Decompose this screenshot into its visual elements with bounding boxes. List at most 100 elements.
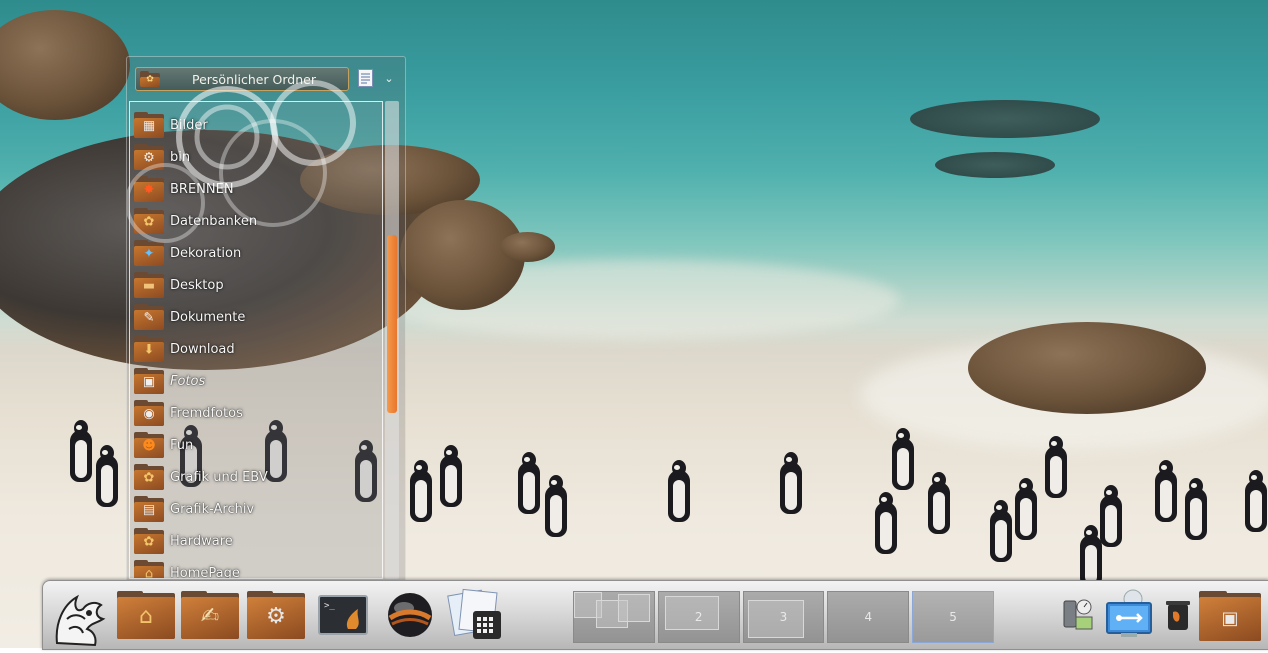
- folder-list-item[interactable]: ✦ Dekoration: [134, 238, 374, 268]
- penguin: [780, 452, 802, 514]
- pumpkin-folder-icon: ☻: [134, 432, 164, 458]
- pager-desktop[interactable]: 4: [827, 591, 910, 643]
- folder-item-label: Desktop: [170, 277, 224, 293]
- graphics-folder-icon: ✿: [134, 464, 164, 490]
- photos-link-folder-icon: ▣: [134, 368, 164, 394]
- folder-list-item[interactable]: ▣ Fotos: [134, 366, 374, 396]
- penguin: [440, 445, 462, 507]
- folder-list-item[interactable]: ✎ Dokumente: [134, 302, 374, 332]
- penguin: [70, 420, 92, 482]
- system-folder-icon: ⚙: [134, 144, 164, 170]
- svg-text:>_: >_: [324, 601, 335, 611]
- pager-desktop[interactable]: 2: [657, 591, 740, 643]
- pager-desktop-number: 4: [864, 610, 873, 624]
- home-folder-icon[interactable]: ⌂: [117, 591, 175, 639]
- folder-item-label: Grafik und EBV: [170, 469, 268, 485]
- archive-folder-icon: ▤: [134, 496, 164, 522]
- virtual-desktop-pager: 2 3 4 5: [573, 591, 997, 643]
- system-monitor-icon[interactable]: [1057, 585, 1097, 645]
- rock: [935, 152, 1055, 178]
- folder-list-item[interactable]: ⚙ bin: [134, 142, 374, 172]
- folder-list-item[interactable]: ✿ Grafik und EBV: [134, 462, 374, 492]
- folder-item-label: Dekoration: [170, 245, 242, 261]
- folder-item-list: ▦ Bilder ⚙ bin ✸ BRENNEN ✿ Datenbanken ✦ Dekorati…: [129, 101, 383, 579]
- folder-title-button[interactable]: ✿ Persönlicher Ordner: [135, 67, 349, 91]
- pager-desktop-number: 2: [694, 610, 703, 624]
- decoration-folder-icon: ✦: [134, 240, 164, 266]
- folder-list-scrollbar[interactable]: [385, 101, 399, 579]
- folder-list-item[interactable]: ☻ Fun: [134, 430, 374, 460]
- folder-list-item[interactable]: ▦ Bilder: [134, 110, 374, 140]
- penguin: [668, 460, 690, 522]
- folder-item-label: Bilder: [170, 117, 208, 133]
- penguin: [410, 460, 432, 522]
- pager-desktop[interactable]: 5: [912, 591, 994, 643]
- rock: [500, 232, 555, 262]
- rock: [910, 100, 1100, 138]
- folder-title: Persönlicher Ordner: [192, 71, 316, 87]
- taskbar-panel: ⌂ ✍ ⚙ >_ 2 3 4 5 ▣: [42, 580, 1268, 650]
- folder-item-label: HomePage: [170, 565, 240, 579]
- camera-folder-icon: ◉: [134, 400, 164, 426]
- usb-device-notifier-icon[interactable]: [1101, 585, 1157, 645]
- folder-list-item[interactable]: ✿ Hardware: [134, 526, 374, 556]
- documents-folder-icon[interactable]: ✍: [181, 591, 239, 639]
- pager-desktop[interactable]: [573, 591, 655, 643]
- folder-item-label: Fremdfotos: [170, 405, 243, 421]
- rock: [0, 10, 130, 120]
- penguin: [1015, 478, 1037, 540]
- photos-folder-icon[interactable]: ▣: [1199, 591, 1261, 641]
- penguin: [892, 428, 914, 490]
- folder-list-item[interactable]: ✿ Datenbanken: [134, 206, 374, 236]
- folder-item-label: Download: [170, 341, 235, 357]
- pager-desktop-number: 3: [779, 610, 788, 624]
- folder-list-item[interactable]: ⌂ HomePage: [134, 558, 374, 579]
- penguin: [1245, 470, 1267, 532]
- folder-item-label: Grafik-Archiv: [170, 501, 255, 517]
- penguin: [1080, 525, 1102, 587]
- penguin: [1100, 485, 1122, 547]
- calendar-contacts-icon[interactable]: [445, 585, 507, 645]
- folder-item-label: Hardware: [170, 533, 233, 549]
- pager-desktop-number: 5: [949, 610, 957, 624]
- view-mode-button[interactable]: [355, 67, 377, 89]
- web-browser-globe-icon[interactable]: [379, 585, 441, 645]
- folder-list-item[interactable]: ⬇ Download: [134, 334, 374, 364]
- settings-folder-icon[interactable]: ⚙: [247, 591, 305, 639]
- burn-folder-icon: ✸: [134, 176, 164, 202]
- penguin: [545, 475, 567, 537]
- penguin: [875, 492, 897, 554]
- document-list-icon: [358, 69, 373, 87]
- folder-item-label: Fotos: [170, 373, 206, 389]
- hardware-folder-icon: ✿: [134, 528, 164, 554]
- folder-item-label: Dokumente: [170, 309, 246, 325]
- terminal-icon[interactable]: >_: [315, 585, 371, 645]
- rock: [968, 322, 1206, 414]
- penguin: [1045, 436, 1067, 498]
- folder-item-label: Fun: [170, 437, 194, 453]
- folder-list-item[interactable]: ◉ Fremdfotos: [134, 398, 374, 428]
- images-folder-icon: ▦: [134, 112, 164, 138]
- database-folder-icon: ✿: [134, 208, 164, 234]
- folder-item-label: BRENNEN: [170, 181, 234, 197]
- penguin: [990, 500, 1012, 562]
- penguin: [518, 452, 540, 514]
- trash-icon[interactable]: [1161, 585, 1195, 645]
- folder-list-item[interactable]: ▬ Desktop: [134, 270, 374, 300]
- widget-menu-chevron-down-icon[interactable]: ⌄: [381, 69, 397, 87]
- home-folder-icon: ✿: [140, 71, 160, 87]
- folder-list-item[interactable]: ▤ Grafik-Archiv: [134, 494, 374, 524]
- folder-item-label: Datenbanken: [170, 213, 258, 229]
- scrollbar-handle[interactable]: [387, 235, 397, 413]
- folder-list-item[interactable]: ✸ BRENNEN: [134, 174, 374, 204]
- folder-item-label: bin: [170, 149, 191, 165]
- penguin: [1155, 460, 1177, 522]
- pager-desktop[interactable]: 3: [742, 591, 825, 643]
- kde-kickoff-icon[interactable]: [47, 583, 113, 649]
- documents-folder-icon: ✎: [134, 304, 164, 330]
- penguin: [1185, 478, 1207, 540]
- homepage-folder-icon: ⌂: [134, 560, 164, 578]
- download-folder-icon: ⬇: [134, 336, 164, 362]
- penguin: [96, 445, 118, 507]
- penguin: [928, 472, 950, 534]
